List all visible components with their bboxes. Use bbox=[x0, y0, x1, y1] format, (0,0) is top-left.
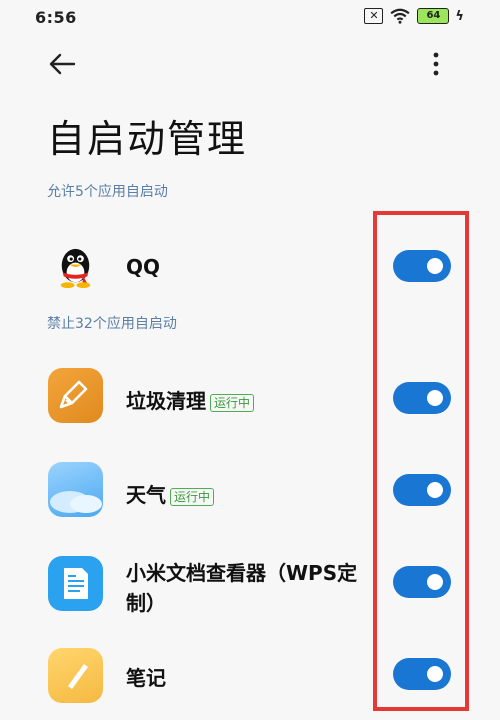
app-name-cleaner: 垃圾清理 运行中 bbox=[126, 385, 255, 414]
status-bar: 6:56 ✕ 64 ϟ bbox=[0, 0, 500, 34]
autostart-toggle-notes[interactable] bbox=[393, 658, 451, 690]
status-time: 6:56 bbox=[35, 8, 77, 27]
toggle-knob bbox=[427, 666, 443, 682]
app-row-wps[interactable]: 小米文档查看器（WPS定 制） bbox=[0, 548, 500, 628]
battery-icon: 64 bbox=[417, 8, 450, 24]
autostart-toggle-cleaner[interactable] bbox=[393, 382, 451, 414]
running-badge: 运行中 bbox=[210, 393, 255, 412]
running-badge: 运行中 bbox=[170, 487, 215, 506]
broom-icon bbox=[48, 368, 103, 423]
more-options-icon[interactable] bbox=[426, 50, 446, 78]
sim-off-icon: ✕ bbox=[364, 8, 384, 24]
app-name-text: 天气 bbox=[126, 483, 166, 507]
app-name-qq: QQ bbox=[126, 255, 161, 279]
cloud-icon bbox=[48, 462, 103, 517]
app-row-weather[interactable]: 天气 运行中 bbox=[0, 452, 500, 532]
screen: 6:56 ✕ 64 ϟ 自启动管理 允许5个应用自启动 QQ 禁止32个应用自启… bbox=[0, 0, 500, 711]
section-label-allowed: 允许5个应用自启动 bbox=[47, 184, 168, 200]
status-icons: ✕ 64 ϟ bbox=[364, 8, 464, 24]
toggle-knob bbox=[427, 390, 443, 406]
app-row-qq[interactable]: QQ bbox=[0, 228, 500, 308]
app-name-weather: 天气 运行中 bbox=[126, 479, 215, 508]
back-arrow-icon[interactable] bbox=[46, 50, 78, 78]
app-row-cleaner[interactable]: 垃圾清理 运行中 bbox=[0, 358, 500, 438]
app-name-line2: 制） bbox=[126, 591, 166, 615]
app-name-notes: 笔记 bbox=[126, 666, 166, 690]
app-name-line1: 小米文档查看器（WPS定 bbox=[126, 561, 358, 585]
qq-penguin-icon bbox=[60, 248, 91, 289]
toolbar bbox=[0, 42, 500, 86]
autostart-toggle-weather[interactable] bbox=[393, 474, 451, 506]
app-name-wps: 小米文档查看器（WPS定 制） bbox=[126, 558, 357, 618]
toggle-knob bbox=[427, 258, 443, 274]
toggle-knob bbox=[427, 482, 443, 498]
charging-icon: ϟ bbox=[455, 8, 464, 24]
section-label-denied: 禁止32个应用自启动 bbox=[47, 316, 177, 332]
app-row-notes[interactable]: 笔记 bbox=[0, 640, 500, 720]
document-icon bbox=[48, 556, 103, 611]
app-name-text: 垃圾清理 bbox=[126, 389, 206, 413]
autostart-toggle-wps[interactable] bbox=[393, 566, 451, 598]
wifi-icon bbox=[390, 8, 410, 24]
page-title: 自启动管理 bbox=[47, 117, 248, 161]
autostart-toggle-qq[interactable] bbox=[393, 250, 451, 282]
toggle-knob bbox=[427, 574, 443, 590]
pencil-icon bbox=[48, 648, 103, 703]
